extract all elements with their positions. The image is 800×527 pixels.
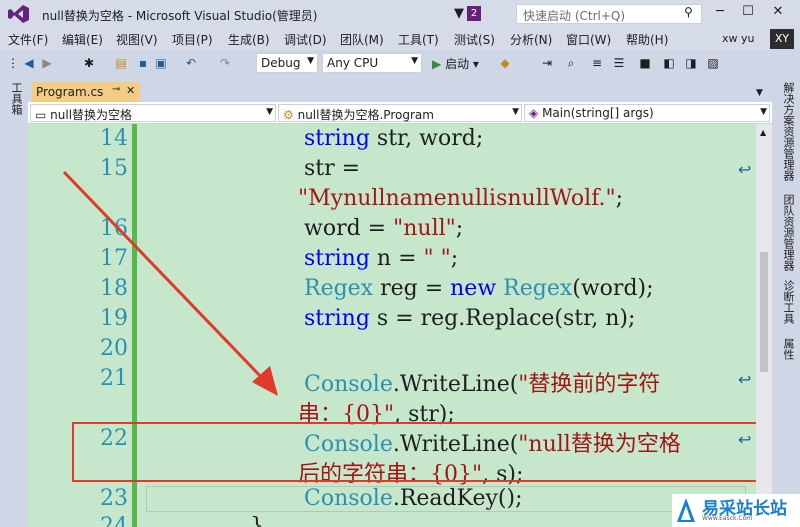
method-icon: ◈ xyxy=(529,106,539,120)
chevron-down-icon: ▼ xyxy=(411,56,418,66)
save-icon[interactable]: ▪ xyxy=(136,56,150,70)
maximize-button[interactable]: ☐ xyxy=(738,4,758,22)
menu-build[interactable]: 生成(B) xyxy=(228,31,270,48)
annotation-arrow-icon xyxy=(62,170,278,396)
toolbox-tab[interactable]: 工具箱 xyxy=(8,82,24,115)
member-dropdown[interactable]: ◈ Main(string[] args) ▼ xyxy=(524,104,770,122)
chevron-down-icon: ▼ xyxy=(307,56,314,66)
menu-bar: 文件(F) 编辑(E) 视图(V) 项目(P) 生成(B) 调试(D) 团队(M… xyxy=(0,28,800,50)
configuration-value: Debug xyxy=(261,56,301,70)
menu-analyze[interactable]: 分析(N) xyxy=(510,31,552,48)
find-icon[interactable]: ⌕ xyxy=(564,56,578,70)
undo-icon[interactable]: ↶ xyxy=(184,56,198,70)
menu-debug[interactable]: 调试(D) xyxy=(284,31,327,48)
vertical-scrollbar[interactable]: ▲ xyxy=(756,124,772,527)
watermark-subtext: Www.Easck.Com xyxy=(702,515,753,522)
open-file-icon[interactable]: ▤ xyxy=(114,56,128,70)
scroll-up-icon[interactable]: ▲ xyxy=(760,128,766,137)
grip-icon: ⋮ xyxy=(7,56,19,70)
quick-launch-input[interactable]: 快速启动 (Ctrl+Q) xyxy=(516,4,702,24)
menu-window[interactable]: 窗口(W) xyxy=(566,31,611,48)
start-label: 启动 xyxy=(445,57,470,71)
notification-badge[interactable]: 2 xyxy=(467,6,481,21)
tab-overflow-icon[interactable]: ▼ xyxy=(756,88,763,98)
chevron-down-icon: ▼ xyxy=(760,107,767,117)
scrollbar-thumb[interactable] xyxy=(760,252,768,372)
close-button[interactable]: ✕ xyxy=(768,4,788,22)
visual-studio-logo-icon xyxy=(8,5,29,23)
diagnostic-tools-tab[interactable]: 诊断工具 xyxy=(780,280,796,324)
title-bar: null替换为空格 - Microsoft Visual Studio(管理员)… xyxy=(0,0,800,28)
browser-link-icon[interactable]: ◆ xyxy=(498,56,512,70)
close-icon[interactable]: ✕ xyxy=(126,84,135,97)
project-value: null替换为空格 xyxy=(50,108,133,122)
class-value: null替换为空格.Program xyxy=(297,108,434,122)
menu-help[interactable]: 帮助(H) xyxy=(626,31,668,48)
code-editor[interactable]: 14 15 16 17 18 19 20 21 22 23 24 string … xyxy=(28,124,756,527)
comment-icon[interactable]: ≡ xyxy=(590,56,604,70)
standard-toolbar: ⋮ ◀ ▶ ✱ ▤ ▪ ▣ ↶ ↷ Debug ▼ Any CPU ▼ ▶ 启动 ▾… xyxy=(0,50,800,76)
next-bookmark-icon[interactable]: ◨ xyxy=(684,56,698,70)
play-icon: ▶ xyxy=(432,57,442,71)
search-icon[interactable]: ⚲ xyxy=(684,5,693,19)
user-name[interactable]: xw yu xyxy=(722,32,754,45)
menu-project[interactable]: 项目(P) xyxy=(172,31,213,48)
document-tabs: Program.cs ⊸ ✕ xyxy=(28,76,772,102)
menu-tools[interactable]: 工具(T) xyxy=(398,31,439,48)
minimize-button[interactable]: ─ xyxy=(710,4,730,22)
step-icon[interactable]: ⇥ xyxy=(540,56,554,70)
class-icon: ⚙ xyxy=(283,108,294,122)
tab-program-cs[interactable]: Program.cs ⊸ ✕ xyxy=(32,82,140,102)
team-explorer-tab[interactable]: 团队资源管理器 xyxy=(780,194,796,271)
notification-flag-icon[interactable]: ▼ xyxy=(454,6,464,21)
start-button[interactable]: ▶ 启动 ▾ xyxy=(432,55,479,72)
pin-icon[interactable]: ⊸ xyxy=(112,84,120,95)
redo-icon[interactable]: ↷ xyxy=(218,56,232,70)
menu-test[interactable]: 测试(S) xyxy=(454,31,495,48)
toolbox-strip: 工具箱 xyxy=(0,76,28,527)
platform-select[interactable]: Any CPU ▼ xyxy=(322,53,422,73)
menu-view[interactable]: 视图(V) xyxy=(116,31,158,48)
prev-bookmark-icon[interactable]: ◧ xyxy=(662,56,676,70)
forward-icon[interactable]: ▶ xyxy=(40,56,54,70)
chevron-down-icon: ▼ xyxy=(266,107,273,117)
clear-bookmarks-icon[interactable]: ▨ xyxy=(706,56,720,70)
configuration-select[interactable]: Debug ▼ xyxy=(256,53,318,73)
solution-explorer-tab[interactable]: 解决方案资源管理器 xyxy=(780,82,796,181)
platform-value: Any CPU xyxy=(327,56,379,70)
navigation-bar: ▭ null替换为空格 ▼ ⚙ null替换为空格.Program ▼ ◈ Main… xyxy=(28,102,772,124)
tab-label: Program.cs xyxy=(36,85,104,99)
properties-tab[interactable]: 属性 xyxy=(780,338,796,360)
watermark: 易采站长站 Www.Easck.Com xyxy=(672,494,800,527)
right-tool-strip: 解决方案资源管理器 团队资源管理器 诊断工具 属性 xyxy=(772,76,800,527)
class-dropdown[interactable]: ⚙ null替换为空格.Program ▼ xyxy=(278,104,522,122)
back-icon[interactable]: ◀ xyxy=(22,56,36,70)
avatar[interactable]: XY xyxy=(770,29,794,49)
watermark-logo-icon xyxy=(677,498,695,522)
member-value: Main(string[] args) xyxy=(542,106,654,120)
bookmark-icon[interactable]: ■ xyxy=(638,56,652,70)
uncomment-icon[interactable]: ☰ xyxy=(612,56,626,70)
menu-file[interactable]: 文件(F) xyxy=(8,31,48,48)
chevron-down-icon: ▼ xyxy=(512,107,519,117)
menu-edit[interactable]: 编辑(E) xyxy=(62,31,103,48)
project-icon: ▭ xyxy=(35,108,47,122)
new-project-icon[interactable]: ✱ xyxy=(82,56,96,70)
save-all-icon[interactable]: ▣ xyxy=(154,56,168,70)
window-title: null替换为空格 - Microsoft Visual Studio(管理员) xyxy=(42,9,318,23)
menu-team[interactable]: 团队(M) xyxy=(340,31,384,48)
project-dropdown[interactable]: ▭ null替换为空格 ▼ xyxy=(30,104,276,122)
